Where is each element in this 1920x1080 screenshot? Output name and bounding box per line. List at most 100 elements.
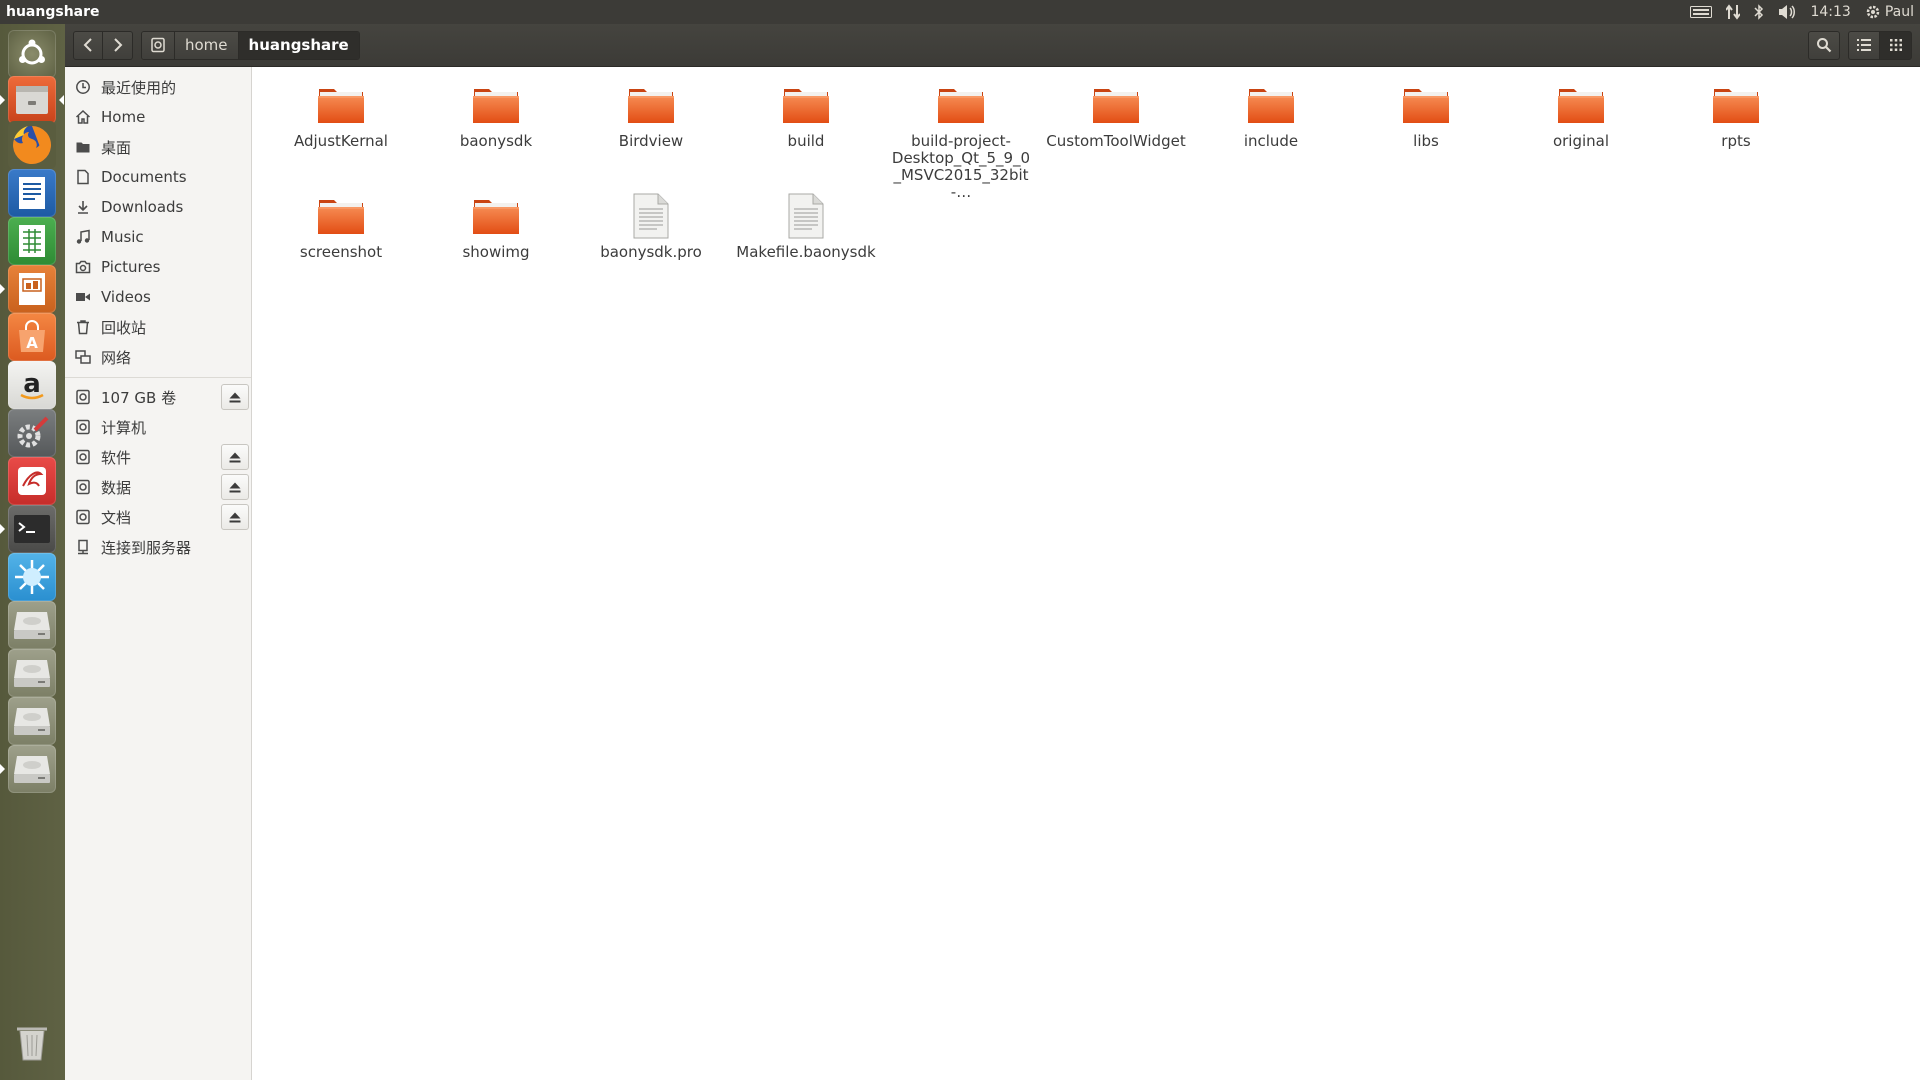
folder-item[interactable]: rpts (1666, 81, 1806, 150)
sidebar-item[interactable]: 网络 (65, 342, 251, 372)
folder-item[interactable]: build (736, 81, 876, 150)
sidebar-item-label: 最近使用的 (101, 78, 177, 97)
view-tools (1808, 30, 1920, 60)
video-icon (75, 289, 91, 305)
sidebar-item-label: 网络 (101, 348, 132, 367)
sidebar-item[interactable]: Music (65, 222, 251, 252)
sidebar-item[interactable]: 连接到服务器 (65, 532, 251, 562)
launcher-drive-button[interactable] (6, 695, 58, 747)
launcher-firefox-button[interactable] (6, 119, 58, 171)
folder-icon (1245, 81, 1297, 129)
svg-text:A: A (26, 334, 38, 352)
folder-item[interactable]: libs (1356, 81, 1496, 150)
sidebar-item-label: 连接到服务器 (101, 538, 192, 557)
grid-view-button[interactable] (1880, 30, 1912, 60)
gear-icon (1866, 5, 1880, 19)
bluetooth-icon[interactable] (1754, 4, 1764, 20)
search-button[interactable] (1808, 30, 1840, 60)
eject-icon (229, 392, 241, 402)
launcher-trash-button[interactable] (6, 1016, 58, 1068)
eject-button[interactable] (221, 474, 249, 500)
folder-icon (470, 192, 522, 240)
folder-item[interactable]: baonysdk (426, 81, 566, 150)
sidebar-item[interactable]: Videos (65, 282, 251, 312)
folder-icon (470, 81, 522, 129)
user-menu[interactable]: Paul (1865, 4, 1914, 20)
folder-icon (315, 81, 367, 129)
folder-item[interactable]: include (1201, 81, 1341, 150)
folder-item[interactable]: AdjustKernal (271, 81, 411, 150)
eject-button[interactable] (221, 384, 249, 410)
software-center-icon: A (8, 313, 56, 361)
launcher-calc-button[interactable] (6, 215, 58, 267)
launcher-terminal-button[interactable] (6, 503, 58, 555)
launcher-writer-button[interactable] (6, 167, 58, 219)
eject-button[interactable] (221, 504, 249, 530)
file-item[interactable]: baonysdk.pro (581, 192, 721, 261)
sidebar-item[interactable]: Documents (65, 162, 251, 192)
drive-icon (75, 449, 91, 465)
impress-icon (8, 265, 56, 313)
launcher-system-settings-button[interactable] (6, 407, 58, 459)
sidebar-item[interactable]: 软件 (65, 442, 251, 472)
file-name: showimg (462, 243, 530, 261)
folder-item[interactable]: original (1511, 81, 1651, 150)
network-arrows-icon[interactable] (1726, 4, 1741, 20)
file-grid: AdjustKernal baonysdk Birdview build build-p… (253, 67, 1920, 1080)
running-indicator (0, 764, 5, 774)
sidebar-item[interactable]: 文档 (65, 502, 251, 532)
launcher: Aa (0, 24, 65, 1080)
file-item[interactable]: Makefile.baonysdk (736, 192, 876, 261)
sidebar-item[interactable]: 桌面 (65, 132, 251, 162)
launcher-drive-button[interactable] (6, 743, 58, 795)
folder-icon (625, 81, 677, 129)
network-icon (75, 349, 91, 365)
sidebar-item[interactable]: 数据 (65, 472, 251, 502)
sidebar-item[interactable]: 最近使用的 (65, 72, 251, 102)
path-root-button[interactable] (142, 31, 174, 59)
volume-icon[interactable] (1778, 4, 1796, 20)
server-icon (75, 539, 91, 555)
sidebar-item[interactable]: 计算机 (65, 412, 251, 442)
back-button[interactable] (73, 30, 103, 60)
folder-icon (1090, 81, 1142, 129)
search-icon (1817, 38, 1832, 53)
list-view-button[interactable] (1848, 30, 1880, 60)
folder-item[interactable]: showimg (426, 192, 566, 261)
keyboard-icon[interactable] (1690, 6, 1713, 18)
sidebar-item-label: 回收站 (101, 318, 147, 337)
folder-item[interactable]: CustomToolWidget (1046, 81, 1186, 150)
sidebar-item[interactable]: Downloads (65, 192, 251, 222)
eject-button[interactable] (221, 444, 249, 470)
launcher-weather-button[interactable] (6, 551, 58, 603)
file-name: include (1243, 132, 1299, 150)
launcher-amazon-button[interactable]: a (6, 359, 58, 411)
drive-icon (75, 509, 91, 525)
sidebar-item[interactable]: 回收站 (65, 312, 251, 342)
sidebar-item[interactable]: Home (65, 102, 251, 132)
sidebar-item[interactable]: 107 GB 卷 (65, 382, 251, 412)
folder-item[interactable]: build-project-Desktop_Qt_5_9_0_MSVC2015_… (891, 81, 1031, 201)
file-name: baonysdk (459, 132, 533, 150)
launcher-wps-button[interactable] (6, 455, 58, 507)
path-crumb-current[interactable]: huangshare (237, 31, 359, 59)
header-bar: home huangshare (65, 24, 1920, 67)
eject-icon (229, 482, 241, 492)
drive-icon (8, 745, 56, 793)
launcher-software-center-button[interactable]: A (6, 311, 58, 363)
launcher-drive-button[interactable] (6, 647, 58, 699)
path-crumb-home[interactable]: home (174, 31, 238, 59)
launcher-drive-button[interactable] (6, 599, 58, 651)
clock-text[interactable]: 14:13 (1810, 4, 1850, 20)
folder-item[interactable]: screenshot (271, 192, 411, 261)
launcher-impress-button[interactable] (6, 263, 58, 315)
launcher-ubuntu-dash-button[interactable] (6, 28, 58, 80)
wps-icon (8, 457, 56, 505)
folder-item[interactable]: Birdview (581, 81, 721, 150)
files-app-icon (8, 76, 56, 124)
folder-icon (75, 139, 91, 155)
sidebar-item[interactable]: Pictures (65, 252, 251, 282)
forward-button[interactable] (103, 30, 133, 60)
weather-icon (8, 553, 56, 601)
file-name: rpts (1721, 132, 1751, 150)
